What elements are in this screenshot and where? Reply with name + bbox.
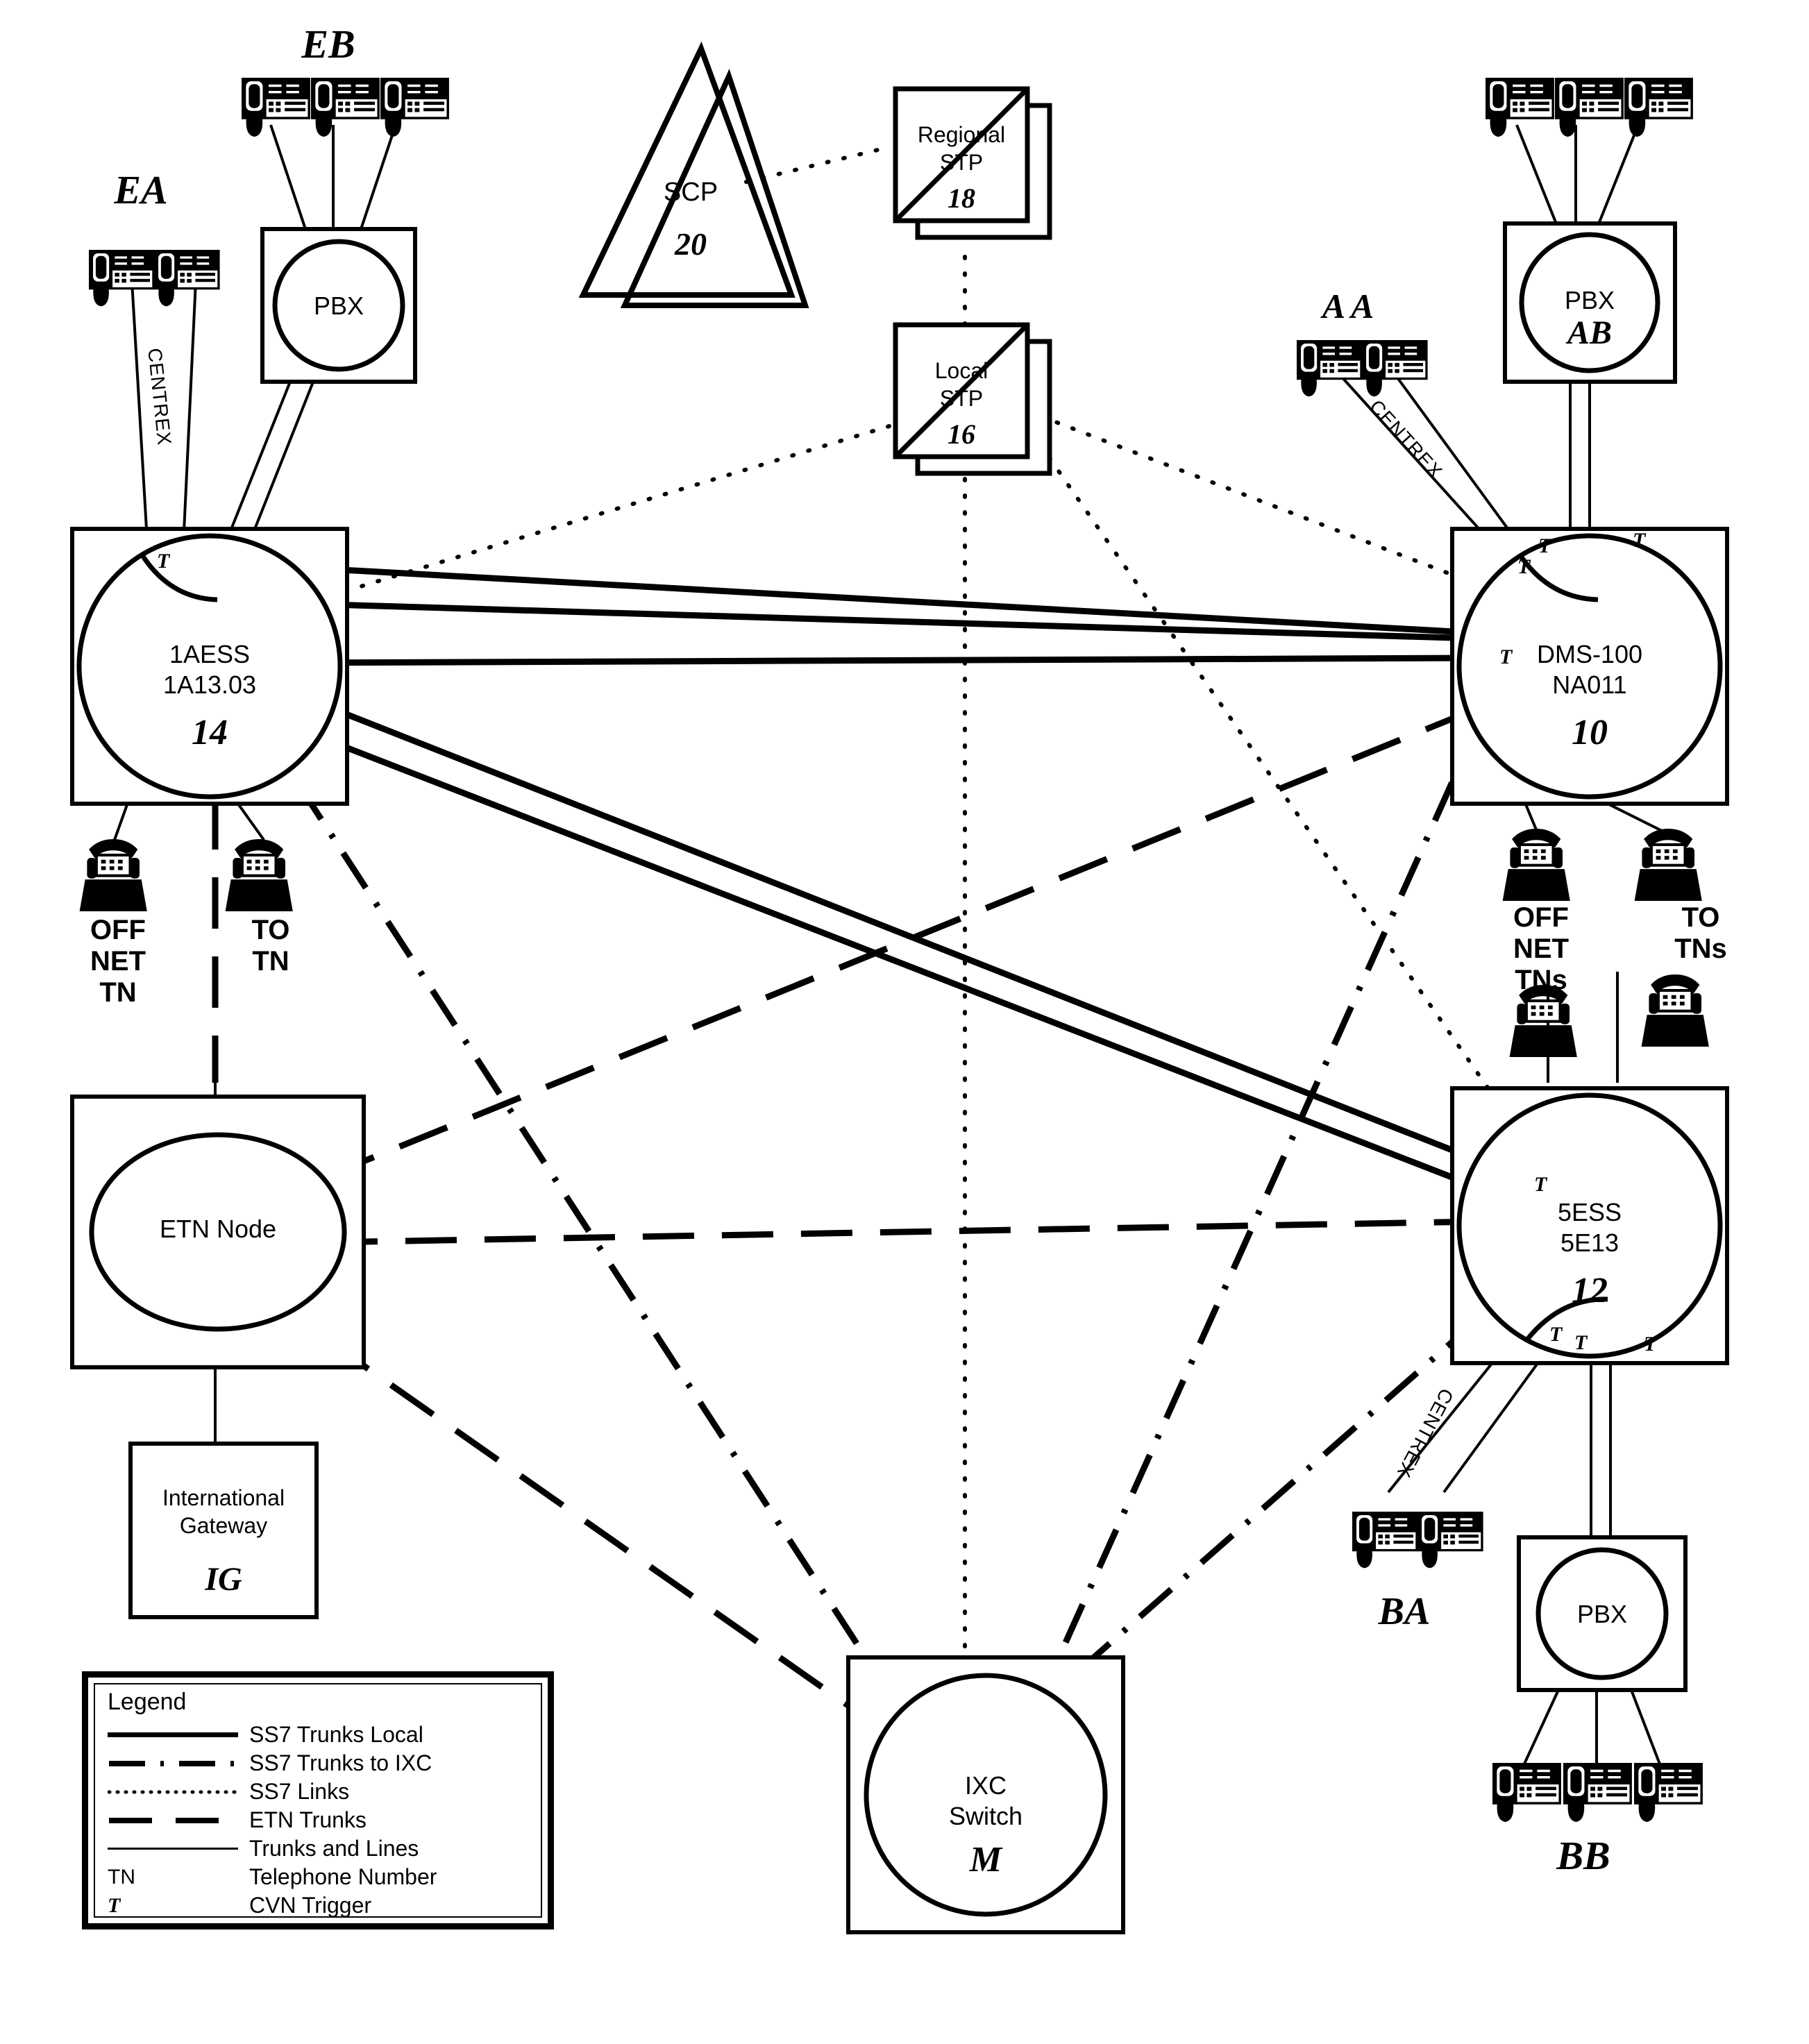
phone-icon-bb-1 — [1491, 1762, 1563, 1823]
phone-icon-eb-2 — [310, 76, 381, 138]
dms-ref: 10 — [1572, 713, 1608, 752]
legend-item-ss7-trunks-local: SS7 Trunks Local — [103, 1721, 541, 1749]
phone-icon-aa-2 — [1361, 339, 1429, 398]
legend-box: Legend SS7 Trunks Local SS7 Trunks to IX… — [82, 1671, 554, 1929]
legend-label-ss7-links: SS7 Links — [249, 1779, 350, 1804]
scp-ref: 20 — [675, 226, 707, 262]
phone-icon-ab-2 — [1554, 76, 1625, 138]
trigger-mark-fess-4: T — [1644, 1333, 1657, 1355]
trigger-mark-dms-4: T — [1499, 645, 1513, 668]
phone-icon-ea-2 — [153, 248, 221, 308]
legend-symbol-dashed — [103, 1816, 249, 1825]
legend-item-ss7-links: SS7 Links — [103, 1777, 541, 1806]
legend-item-cvn-trigger: T CVN Trigger — [103, 1891, 541, 1920]
legend-glyph-t: T — [108, 1893, 121, 1917]
aess-ref: 14 — [192, 713, 228, 752]
legend-item-ss7-trunks-to-ixc: SS7 Trunks to IXC — [103, 1749, 541, 1777]
legend-label-telephone-number: Telephone Number — [249, 1864, 437, 1889]
phone-icon-to-tns-1 — [1635, 829, 1702, 901]
pbx-top-right-shape — [1503, 221, 1677, 384]
label-bb: BB — [1556, 1833, 1610, 1878]
trigger-mark-fess-3: T — [1574, 1331, 1588, 1354]
trigger-mark-aess-1: T — [157, 550, 170, 573]
pbx-top-right-ref: AB — [1567, 314, 1613, 351]
phone-icon-eb-1 — [240, 76, 312, 138]
label-ea: EA — [114, 167, 168, 212]
pbx-top-left-shape — [260, 227, 417, 384]
fess-ref: 12 — [1572, 1271, 1608, 1310]
legend-symbol-solid-thin — [103, 1848, 249, 1850]
pbx-bottom-right-shape — [1517, 1535, 1688, 1692]
phone-icon-off-net-tns-1 — [1503, 829, 1570, 901]
legend-symbol-solid-thick — [103, 1732, 249, 1737]
trigger-mark-dms-2: T — [1538, 534, 1551, 557]
legend-glyph-tn: TN — [108, 1865, 135, 1889]
phone-icon-off-net-tn — [80, 839, 147, 911]
local-stp-ref: 16 — [948, 419, 975, 450]
legend-label-etn-trunks: ETN Trunks — [249, 1807, 367, 1832]
phone-icon-ba-1 — [1351, 1510, 1420, 1570]
phone-icon-ba-2 — [1416, 1510, 1485, 1570]
trigger-mark-dms-1: T — [1517, 555, 1531, 578]
legend-item-telephone-number: TN Telephone Number — [103, 1863, 541, 1891]
legend-symbol-t: T — [103, 1894, 249, 1918]
local-stp-shape — [893, 322, 1052, 476]
phone-label-to-tn: TO TN — [251, 915, 290, 977]
phone-icon-bb-3 — [1633, 1762, 1704, 1823]
dms-shape — [1450, 527, 1729, 806]
trigger-mark-fess-1: T — [1534, 1173, 1547, 1196]
fess-shape — [1450, 1086, 1729, 1365]
label-ba: BA — [1378, 1590, 1431, 1633]
phone-label-to-tns: TO TNs — [1674, 902, 1727, 964]
phone-icon-ea-1 — [87, 248, 156, 308]
label-eb: EB — [301, 22, 355, 67]
legend-item-etn-trunks: ETN Trunks — [103, 1806, 541, 1834]
etn-trunks-group — [212, 704, 1480, 1717]
aess-shape — [70, 527, 349, 806]
legend-label-ss7-trunks-local: SS7 Trunks Local — [249, 1722, 423, 1747]
legend-label-ss7-trunks-to-ixc: SS7 Trunks to IXC — [249, 1750, 432, 1775]
ixc-ref: M — [969, 1840, 1002, 1880]
phone-icon-to-tn — [226, 839, 293, 911]
trigger-mark-fess-2: T — [1549, 1323, 1563, 1346]
phone-icon-ab-1 — [1484, 76, 1556, 138]
phone-icon-to-tns-2 — [1642, 974, 1709, 1047]
phone-icon-eb-3 — [379, 76, 451, 138]
legend-label-cvn-trigger: CVN Trigger — [249, 1893, 372, 1918]
legend-title: Legend — [108, 1689, 187, 1715]
phone-icon-off-net-tns-2 — [1510, 985, 1577, 1057]
regional-stp-shape — [893, 86, 1052, 240]
ss7-trunks-to-ixc-group — [296, 707, 1489, 1679]
scp-shape — [578, 41, 809, 308]
legend-symbol-tn: TN — [103, 1866, 249, 1889]
legend-label-trunks-and-lines: Trunks and Lines — [249, 1836, 419, 1861]
regional-stp-ref: 18 — [948, 183, 975, 214]
ixc-shape — [846, 1655, 1125, 1934]
trigger-mark-dms-3: T — [1633, 529, 1646, 552]
legend-rows: SS7 Trunks Local SS7 Trunks to IXC SS7 L… — [103, 1721, 541, 1920]
label-aa: A A — [1322, 287, 1374, 326]
phone-icon-ab-3 — [1623, 76, 1694, 138]
legend-symbol-dotted — [103, 1788, 249, 1796]
legend-symbol-dash-dot — [103, 1759, 249, 1768]
phone-icon-bb-2 — [1562, 1762, 1633, 1823]
phone-label-off-net-tns: OFF NET TNs — [1513, 902, 1569, 995]
phone-label-off-net-tn: OFF NET TN — [90, 915, 146, 1008]
legend-item-trunks-and-lines: Trunks and Lines — [103, 1834, 541, 1863]
etn-shape — [70, 1095, 366, 1369]
diagram-canvas: SCP 20 Regional STP 18 Local STP 16 1AES… — [0, 0, 1809, 2044]
intl-gateway-ref: IG — [205, 1561, 242, 1598]
